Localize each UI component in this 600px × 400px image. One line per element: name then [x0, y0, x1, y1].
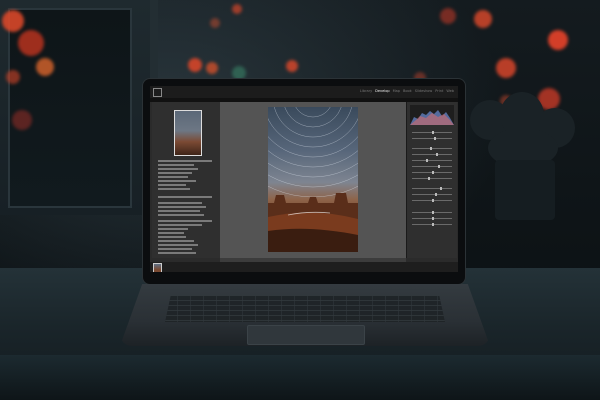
right-panel [406, 102, 457, 258]
history-item[interactable] [158, 244, 198, 246]
slider-exposure[interactable] [412, 147, 452, 151]
slider-temp[interactable] [412, 131, 452, 135]
panel-header-snapshots[interactable] [158, 196, 212, 198]
photo-scene: Library Develop Map Book Slideshow Print… [0, 0, 600, 400]
preset-item[interactable] [158, 176, 188, 178]
panel-header-presets[interactable] [158, 160, 212, 162]
filmstrip [150, 262, 458, 272]
left-panel [152, 102, 221, 258]
preset-item[interactable] [158, 184, 186, 186]
module-book[interactable]: Book [403, 89, 412, 94]
panel-header-history[interactable] [158, 220, 212, 222]
slider-shadows[interactable] [412, 165, 452, 169]
slider-tint[interactable] [412, 137, 452, 141]
desk-edge [0, 355, 600, 400]
history-item[interactable] [158, 252, 196, 254]
slider-extra[interactable] [412, 211, 452, 215]
star-trails-photo [268, 107, 358, 252]
module-map[interactable]: Map [393, 89, 400, 94]
module-develop[interactable]: Develop [375, 89, 389, 94]
history-item[interactable] [158, 224, 202, 226]
slider-highlights[interactable] [412, 159, 452, 163]
preset-item[interactable] [158, 164, 194, 166]
preset-item[interactable] [158, 172, 192, 174]
laptop-screen: Library Develop Map Book Slideshow Print… [150, 86, 458, 272]
lr-logo-icon [153, 88, 162, 97]
edited-photo[interactable] [268, 107, 358, 252]
module-print[interactable]: Print [435, 89, 443, 94]
module-web[interactable]: Web [446, 89, 454, 94]
slider-contrast[interactable] [412, 153, 452, 157]
slider-vibrance[interactable] [412, 193, 452, 197]
preset-item[interactable] [158, 168, 198, 170]
history-item[interactable] [158, 236, 186, 238]
history-item[interactable] [158, 248, 192, 250]
slider-saturation[interactable] [412, 199, 452, 203]
slider-clarity[interactable] [412, 187, 452, 191]
image-canvas[interactable] [220, 102, 406, 258]
snapshot-item[interactable] [158, 202, 202, 204]
laptop-trackpad [247, 325, 365, 345]
slider-whites[interactable] [412, 171, 452, 175]
module-slideshow[interactable]: Slideshow [415, 89, 433, 94]
snapshot-item[interactable] [158, 206, 206, 208]
slider-extra[interactable] [412, 217, 452, 221]
preset-item[interactable] [158, 188, 190, 190]
snapshot-item[interactable] [158, 210, 200, 212]
module-picker: Library Develop Map Book Slideshow Print… [360, 89, 454, 94]
slider-blacks[interactable] [412, 177, 452, 181]
history-item[interactable] [158, 232, 184, 234]
history-item[interactable] [158, 228, 188, 230]
keyboard-rows [165, 296, 445, 322]
filmstrip-thumbnail[interactable] [153, 263, 162, 272]
module-library[interactable]: Library [360, 89, 372, 94]
navigator-preview[interactable] [174, 110, 202, 156]
snapshot-item[interactable] [158, 214, 204, 216]
history-item[interactable] [158, 240, 194, 242]
slider-extra[interactable] [412, 223, 452, 227]
histogram [410, 105, 454, 125]
preset-item[interactable] [158, 180, 196, 182]
